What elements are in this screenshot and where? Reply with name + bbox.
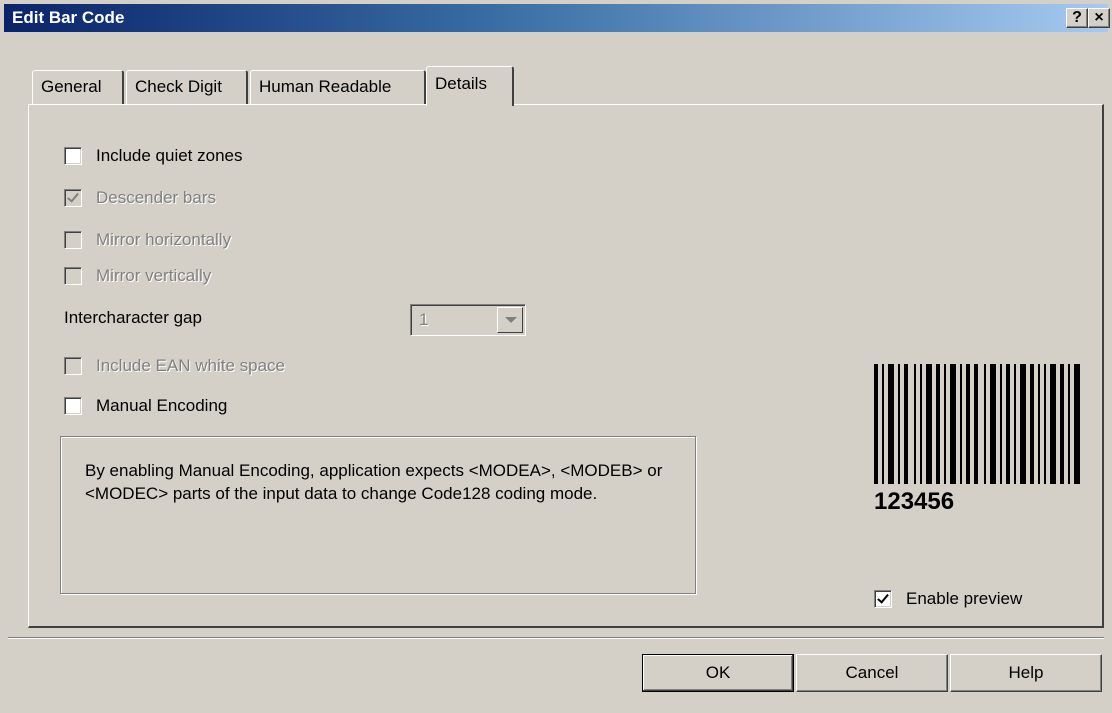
enable-preview-checkbox[interactable]: Enable preview bbox=[874, 586, 1022, 612]
barcode-human-readable-text: 123456 bbox=[874, 488, 955, 515]
chevron-down-icon bbox=[497, 307, 523, 333]
include-quiet-zones-label: Include quiet zones bbox=[96, 146, 243, 165]
mirror-vertically-checkbox: Mirror vertically bbox=[64, 263, 211, 289]
descender-bars-label: Descender bars bbox=[96, 188, 217, 207]
intercharacter-gap-label: Intercharacter gap bbox=[64, 308, 202, 327]
tab-general[interactable]: General bbox=[32, 70, 124, 104]
cancel-button[interactable]: Cancel bbox=[796, 654, 948, 692]
help-caption-button[interactable]: ? bbox=[1066, 8, 1088, 28]
intercharacter-gap-select: 1 bbox=[410, 304, 526, 336]
close-button[interactable]: × bbox=[1088, 8, 1110, 28]
edit-bar-code-dialog: Edit Bar Code ? × General Check Digit Hu… bbox=[0, 0, 1112, 713]
enable-preview-label: Enable preview bbox=[906, 589, 1023, 608]
mirror-horizontally-checkbox: Mirror horizontally bbox=[64, 227, 231, 253]
descender-bars-checkbox: Descender bars bbox=[64, 185, 216, 211]
manual-encoding-info-box: By enabling Manual Encoding, application… bbox=[60, 436, 696, 594]
manual-encoding-checkbox[interactable]: Manual Encoding bbox=[64, 393, 227, 419]
tab-check-digit[interactable]: Check Digit bbox=[126, 70, 248, 104]
intercharacter-gap-value: 1 bbox=[419, 310, 429, 329]
barcode-preview bbox=[874, 364, 1080, 484]
checkbox-box bbox=[64, 189, 82, 207]
window-title: Edit Bar Code bbox=[12, 8, 125, 27]
separator bbox=[8, 637, 1104, 639]
manual-encoding-info-text: By enabling Manual Encoding, application… bbox=[85, 461, 663, 503]
checkbox-box[interactable] bbox=[64, 147, 82, 165]
include-ean-white-space-checkbox: Include EAN white space bbox=[64, 353, 285, 379]
checkbox-box bbox=[64, 267, 82, 285]
checkbox-box bbox=[64, 231, 82, 249]
help-button[interactable]: Help bbox=[950, 654, 1102, 692]
manual-encoding-label: Manual Encoding bbox=[96, 396, 228, 415]
checkbox-box[interactable] bbox=[874, 590, 892, 608]
checkbox-box bbox=[64, 357, 82, 375]
mirror-horizontally-label: Mirror horizontally bbox=[96, 230, 232, 249]
tab-details[interactable]: Details bbox=[426, 66, 514, 106]
include-quiet-zones-checkbox[interactable]: Include quiet zones bbox=[64, 143, 243, 169]
tab-human-readable[interactable]: Human Readable bbox=[250, 70, 426, 104]
checkbox-box[interactable] bbox=[64, 397, 82, 415]
include-ean-white-space-label: Include EAN white space bbox=[96, 356, 285, 375]
ok-button[interactable]: OK bbox=[642, 654, 794, 692]
mirror-vertically-label: Mirror vertically bbox=[96, 266, 212, 285]
title-bar[interactable]: Edit Bar Code ? × bbox=[4, 4, 1110, 32]
